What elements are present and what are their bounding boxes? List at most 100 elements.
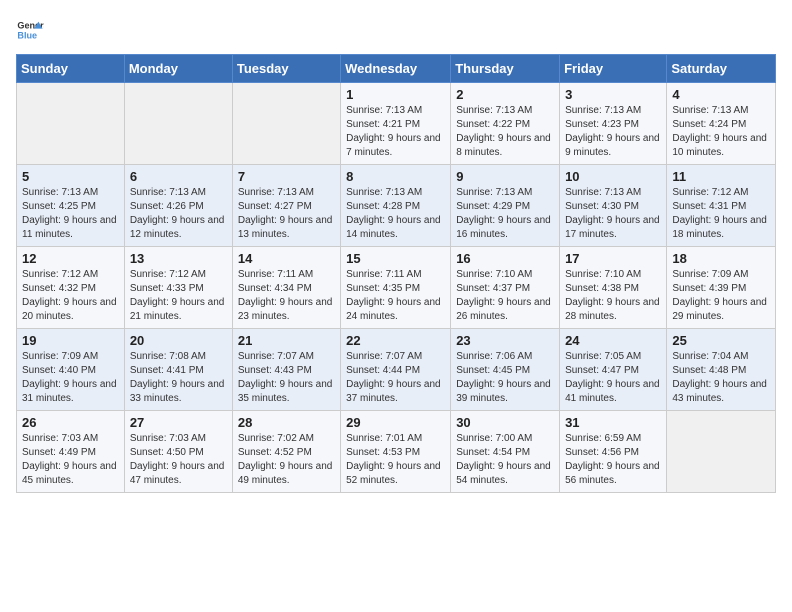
day-header-saturday: Saturday <box>667 55 776 83</box>
calendar-cell <box>232 83 340 165</box>
day-info: Sunrise: 7:11 AM Sunset: 4:34 PM Dayligh… <box>238 268 335 324</box>
calendar-cell: 30Sunrise: 7:00 AM Sunset: 4:54 PM Dayli… <box>451 411 560 493</box>
calendar-cell: 1 Sunrise: 7:13 AM Sunset: 4:21 PM Daylig… <box>341 83 451 165</box>
day-number: 8 <box>346 169 445 184</box>
day-info: Sunrise: 7:03 AM Sunset: 4:50 PM Dayligh… <box>130 432 227 488</box>
day-info: Sunrise: 7:02 AM Sunset: 4:52 PM Dayligh… <box>238 432 335 488</box>
day-header-monday: Monday <box>124 55 232 83</box>
day-info: Sunrise: 7:09 AM Sunset: 4:40 PM Dayligh… <box>22 350 119 406</box>
day-number: 11 <box>672 169 770 184</box>
day-number: 24 <box>565 333 661 348</box>
day-number: 31 <box>565 415 661 430</box>
day-info: Sunrise: 7:12 AM Sunset: 4:33 PM Dayligh… <box>130 268 227 324</box>
day-header-sunday: Sunday <box>17 55 125 83</box>
day-info: Sunrise: 7:13 AM Sunset: 4:26 PM Dayligh… <box>130 186 227 242</box>
calendar-cell: 11 Sunrise: 7:12 AM Sunset: 4:31 PM Dayli… <box>667 165 776 247</box>
calendar-week-2: 5 Sunrise: 7:13 AM Sunset: 4:25 PM Daylig… <box>17 165 776 247</box>
calendar-cell <box>667 411 776 493</box>
day-info: Sunrise: 7:07 AM Sunset: 4:44 PM Dayligh… <box>346 350 445 406</box>
day-number: 14 <box>238 251 335 266</box>
day-info: Sunrise: 7:10 AM Sunset: 4:37 PM Dayligh… <box>456 268 554 324</box>
day-number: 22 <box>346 333 445 348</box>
day-number: 4 <box>672 87 770 102</box>
day-number: 27 <box>130 415 227 430</box>
day-info: Sunrise: 7:01 AM Sunset: 4:53 PM Dayligh… <box>346 432 445 488</box>
calendar-cell: 3Sunrise: 7:13 AM Sunset: 4:23 PM Daylig… <box>560 83 667 165</box>
day-info: Sunrise: 7:13 AM Sunset: 4:28 PM Dayligh… <box>346 186 445 242</box>
calendar-week-5: 26 Sunrise: 7:03 AM Sunset: 4:49 PM Dayli… <box>17 411 776 493</box>
calendar-cell: 19 Sunrise: 7:09 AM Sunset: 4:40 PM Dayli… <box>17 329 125 411</box>
calendar-cell: 28 Sunrise: 7:02 AM Sunset: 4:52 PM Dayli… <box>232 411 340 493</box>
day-number: 25 <box>672 333 770 348</box>
calendar-table: SundayMondayTuesdayWednesdayThursdayFrid… <box>16 54 776 493</box>
day-number: 17 <box>565 251 661 266</box>
day-info: Sunrise: 7:13 AM Sunset: 4:29 PM Dayligh… <box>456 186 554 242</box>
day-number: 29 <box>346 415 445 430</box>
day-info: Sunrise: 7:13 AM Sunset: 4:25 PM Dayligh… <box>22 186 119 242</box>
day-header-tuesday: Tuesday <box>232 55 340 83</box>
calendar-cell: 14 Sunrise: 7:11 AM Sunset: 4:34 PM Dayli… <box>232 247 340 329</box>
calendar-cell <box>124 83 232 165</box>
calendar-cell: 23Sunrise: 7:06 AM Sunset: 4:45 PM Dayli… <box>451 329 560 411</box>
day-number: 1 <box>346 87 445 102</box>
day-number: 16 <box>456 251 554 266</box>
calendar-cell: 10Sunrise: 7:13 AM Sunset: 4:30 PM Dayli… <box>560 165 667 247</box>
day-info: Sunrise: 7:13 AM Sunset: 4:22 PM Dayligh… <box>456 104 554 160</box>
day-number: 18 <box>672 251 770 266</box>
calendar-cell: 6Sunrise: 7:13 AM Sunset: 4:26 PM Daylig… <box>124 165 232 247</box>
calendar-cell: 29 Sunrise: 7:01 AM Sunset: 4:53 PM Dayli… <box>341 411 451 493</box>
calendar-cell: 26 Sunrise: 7:03 AM Sunset: 4:49 PM Dayli… <box>17 411 125 493</box>
day-info: Sunrise: 7:12 AM Sunset: 4:32 PM Dayligh… <box>22 268 119 324</box>
day-info: Sunrise: 7:05 AM Sunset: 4:47 PM Dayligh… <box>565 350 661 406</box>
day-number: 7 <box>238 169 335 184</box>
calendar-cell: 27 Sunrise: 7:03 AM Sunset: 4:50 PM Dayli… <box>124 411 232 493</box>
day-number: 15 <box>346 251 445 266</box>
calendar-cell: 24 Sunrise: 7:05 AM Sunset: 4:47 PM Dayli… <box>560 329 667 411</box>
logo: General Blue <box>16 16 44 44</box>
day-number: 12 <box>22 251 119 266</box>
calendar-week-4: 19 Sunrise: 7:09 AM Sunset: 4:40 PM Dayli… <box>17 329 776 411</box>
calendar-cell: 13Sunrise: 7:12 AM Sunset: 4:33 PM Dayli… <box>124 247 232 329</box>
day-info: Sunrise: 7:07 AM Sunset: 4:43 PM Dayligh… <box>238 350 335 406</box>
day-info: Sunrise: 7:09 AM Sunset: 4:39 PM Dayligh… <box>672 268 770 324</box>
day-info: Sunrise: 7:03 AM Sunset: 4:49 PM Dayligh… <box>22 432 119 488</box>
day-number: 19 <box>22 333 119 348</box>
calendar-cell: 7Sunrise: 7:13 AM Sunset: 4:27 PM Daylig… <box>232 165 340 247</box>
day-info: Sunrise: 7:11 AM Sunset: 4:35 PM Dayligh… <box>346 268 445 324</box>
calendar-week-3: 12 Sunrise: 7:12 AM Sunset: 4:32 PM Dayli… <box>17 247 776 329</box>
calendar-week-1: 1 Sunrise: 7:13 AM Sunset: 4:21 PM Daylig… <box>17 83 776 165</box>
calendar-cell: 4 Sunrise: 7:13 AM Sunset: 4:24 PM Daylig… <box>667 83 776 165</box>
calendar-header-row: SundayMondayTuesdayWednesdayThursdayFrid… <box>17 55 776 83</box>
calendar-cell <box>17 83 125 165</box>
day-info: Sunrise: 6:59 AM Sunset: 4:56 PM Dayligh… <box>565 432 661 488</box>
day-info: Sunrise: 7:06 AM Sunset: 4:45 PM Dayligh… <box>456 350 554 406</box>
day-number: 9 <box>456 169 554 184</box>
day-number: 21 <box>238 333 335 348</box>
day-info: Sunrise: 7:12 AM Sunset: 4:31 PM Dayligh… <box>672 186 770 242</box>
day-number: 20 <box>130 333 227 348</box>
day-info: Sunrise: 7:13 AM Sunset: 4:21 PM Dayligh… <box>346 104 445 160</box>
calendar-cell: 12 Sunrise: 7:12 AM Sunset: 4:32 PM Dayli… <box>17 247 125 329</box>
day-number: 5 <box>22 169 119 184</box>
day-number: 3 <box>565 87 661 102</box>
calendar-cell: 20 Sunrise: 7:08 AM Sunset: 4:41 PM Dayli… <box>124 329 232 411</box>
logo-icon: General Blue <box>16 16 44 44</box>
day-info: Sunrise: 7:10 AM Sunset: 4:38 PM Dayligh… <box>565 268 661 324</box>
day-info: Sunrise: 7:13 AM Sunset: 4:24 PM Dayligh… <box>672 104 770 160</box>
day-info: Sunrise: 7:04 AM Sunset: 4:48 PM Dayligh… <box>672 350 770 406</box>
calendar-cell: 25 Sunrise: 7:04 AM Sunset: 4:48 PM Dayli… <box>667 329 776 411</box>
calendar-cell: 2 Sunrise: 7:13 AM Sunset: 4:22 PM Daylig… <box>451 83 560 165</box>
calendar-cell: 5 Sunrise: 7:13 AM Sunset: 4:25 PM Daylig… <box>17 165 125 247</box>
day-number: 28 <box>238 415 335 430</box>
calendar-cell: 15 Sunrise: 7:11 AM Sunset: 4:35 PM Dayli… <box>341 247 451 329</box>
day-header-thursday: Thursday <box>451 55 560 83</box>
calendar-body: 1 Sunrise: 7:13 AM Sunset: 4:21 PM Daylig… <box>17 83 776 493</box>
day-number: 26 <box>22 415 119 430</box>
day-info: Sunrise: 7:00 AM Sunset: 4:54 PM Dayligh… <box>456 432 554 488</box>
day-number: 10 <box>565 169 661 184</box>
calendar-cell: 17 Sunrise: 7:10 AM Sunset: 4:38 PM Dayli… <box>560 247 667 329</box>
day-info: Sunrise: 7:08 AM Sunset: 4:41 PM Dayligh… <box>130 350 227 406</box>
day-header-friday: Friday <box>560 55 667 83</box>
calendar-cell: 18 Sunrise: 7:09 AM Sunset: 4:39 PM Dayli… <box>667 247 776 329</box>
day-number: 2 <box>456 87 554 102</box>
